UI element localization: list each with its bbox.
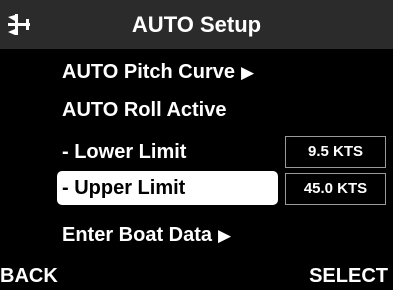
page-title: AUTO Setup (131, 12, 262, 37)
menu-item-label: - Lower Limit (62, 141, 187, 163)
menu-item-label: Enter Boat Data (62, 224, 213, 246)
select-button[interactable]: SELECT (309, 262, 388, 290)
menu-item-auto-roll-active[interactable]: AUTO Roll Active (62, 93, 226, 127)
menu-item-lower-limit[interactable]: - Lower Limit (62, 135, 186, 169)
menu-item-label: AUTO Pitch Curve (62, 61, 235, 83)
auto-setup-screen: AUTO Setup AUTO Pitch Curve ▶ AUTO Roll A… (0, 0, 393, 290)
menu-item-upper-limit[interactable]: - Upper Limit (57, 171, 278, 205)
chevron-right-icon: ▶ (241, 63, 255, 82)
upper-limit-value[interactable]: 45.0 KTS (285, 173, 386, 205)
menu-item-auto-pitch-curve[interactable]: AUTO Pitch Curve ▶ (62, 55, 254, 89)
back-button[interactable]: BACK (0, 262, 58, 290)
menu-item-enter-boat-data[interactable]: Enter Boat Data ▶ (62, 218, 231, 252)
menu-item-label: AUTO Roll Active (62, 99, 227, 121)
menu-item-label: - Upper Limit (62, 177, 186, 199)
chevron-right-icon: ▶ (218, 226, 232, 245)
header-bar: AUTO Setup (0, 0, 393, 49)
lower-limit-value[interactable]: 9.5 KTS (285, 136, 386, 168)
